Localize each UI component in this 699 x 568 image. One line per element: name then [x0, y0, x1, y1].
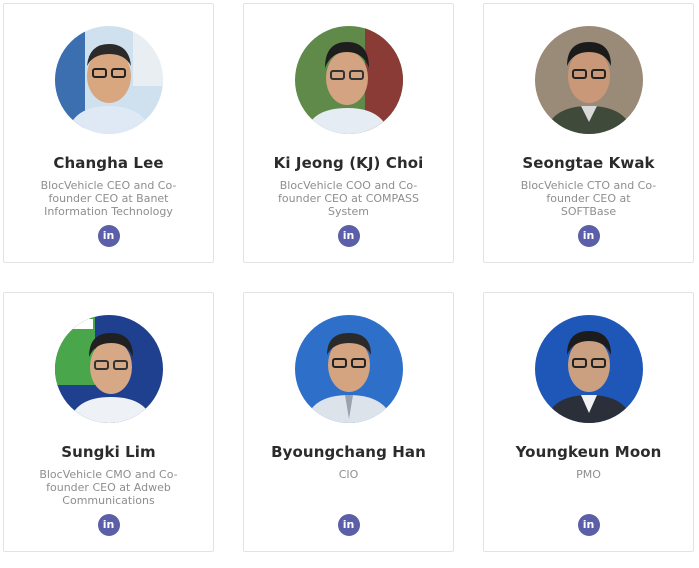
member-name: Youngkeun Moon [515, 443, 662, 461]
member-role: BlocVehicle CTO and Co-founder CEO at SO… [520, 179, 657, 218]
linkedin-icon[interactable]: in [97, 514, 120, 536]
member-role: BlocVehicle COO and Co-founder CEO at CO… [278, 179, 419, 218]
team-card: Seongtae Kwak BlocVehicle CTO and Co-fou… [483, 3, 694, 263]
avatar [54, 315, 163, 423]
member-role: BlocVehicle CMO and Co-founder CEO at Ad… [39, 468, 178, 507]
team-card: Ki Jeong (KJ) Choi BlocVehicle COO and C… [243, 3, 454, 263]
member-role: PMO [576, 468, 601, 481]
team-card: Byoungchang Han CIO in [243, 292, 454, 552]
linkedin-icon[interactable]: in [577, 225, 600, 247]
avatar [294, 26, 403, 134]
member-name: Ki Jeong (KJ) Choi [273, 154, 424, 172]
linkedin-icon[interactable]: in [337, 225, 360, 247]
member-name: Byoungchang Han [271, 443, 426, 461]
member-name: Sungki Lim [61, 443, 156, 461]
avatar [534, 315, 643, 423]
member-role: BlocVehicle CEO and Co-founder CEO at Ba… [40, 179, 177, 218]
linkedin-icon[interactable]: in [97, 225, 120, 247]
member-role: CIO [338, 468, 359, 481]
member-name: Changha Lee [53, 154, 164, 172]
linkedin-icon[interactable]: in [577, 514, 600, 536]
avatar [534, 26, 643, 134]
avatar [294, 315, 403, 423]
team-grid: Changha Lee BlocVehicle CEO and Co-found… [0, 0, 699, 568]
member-name: Seongtae Kwak [522, 154, 655, 172]
team-card: Changha Lee BlocVehicle CEO and Co-found… [3, 3, 214, 263]
team-card: Youngkeun Moon PMO in [483, 292, 694, 552]
linkedin-icon[interactable]: in [337, 514, 360, 536]
team-card: Sungki Lim BlocVehicle CMO and Co-founde… [3, 292, 214, 552]
avatar [54, 26, 163, 134]
